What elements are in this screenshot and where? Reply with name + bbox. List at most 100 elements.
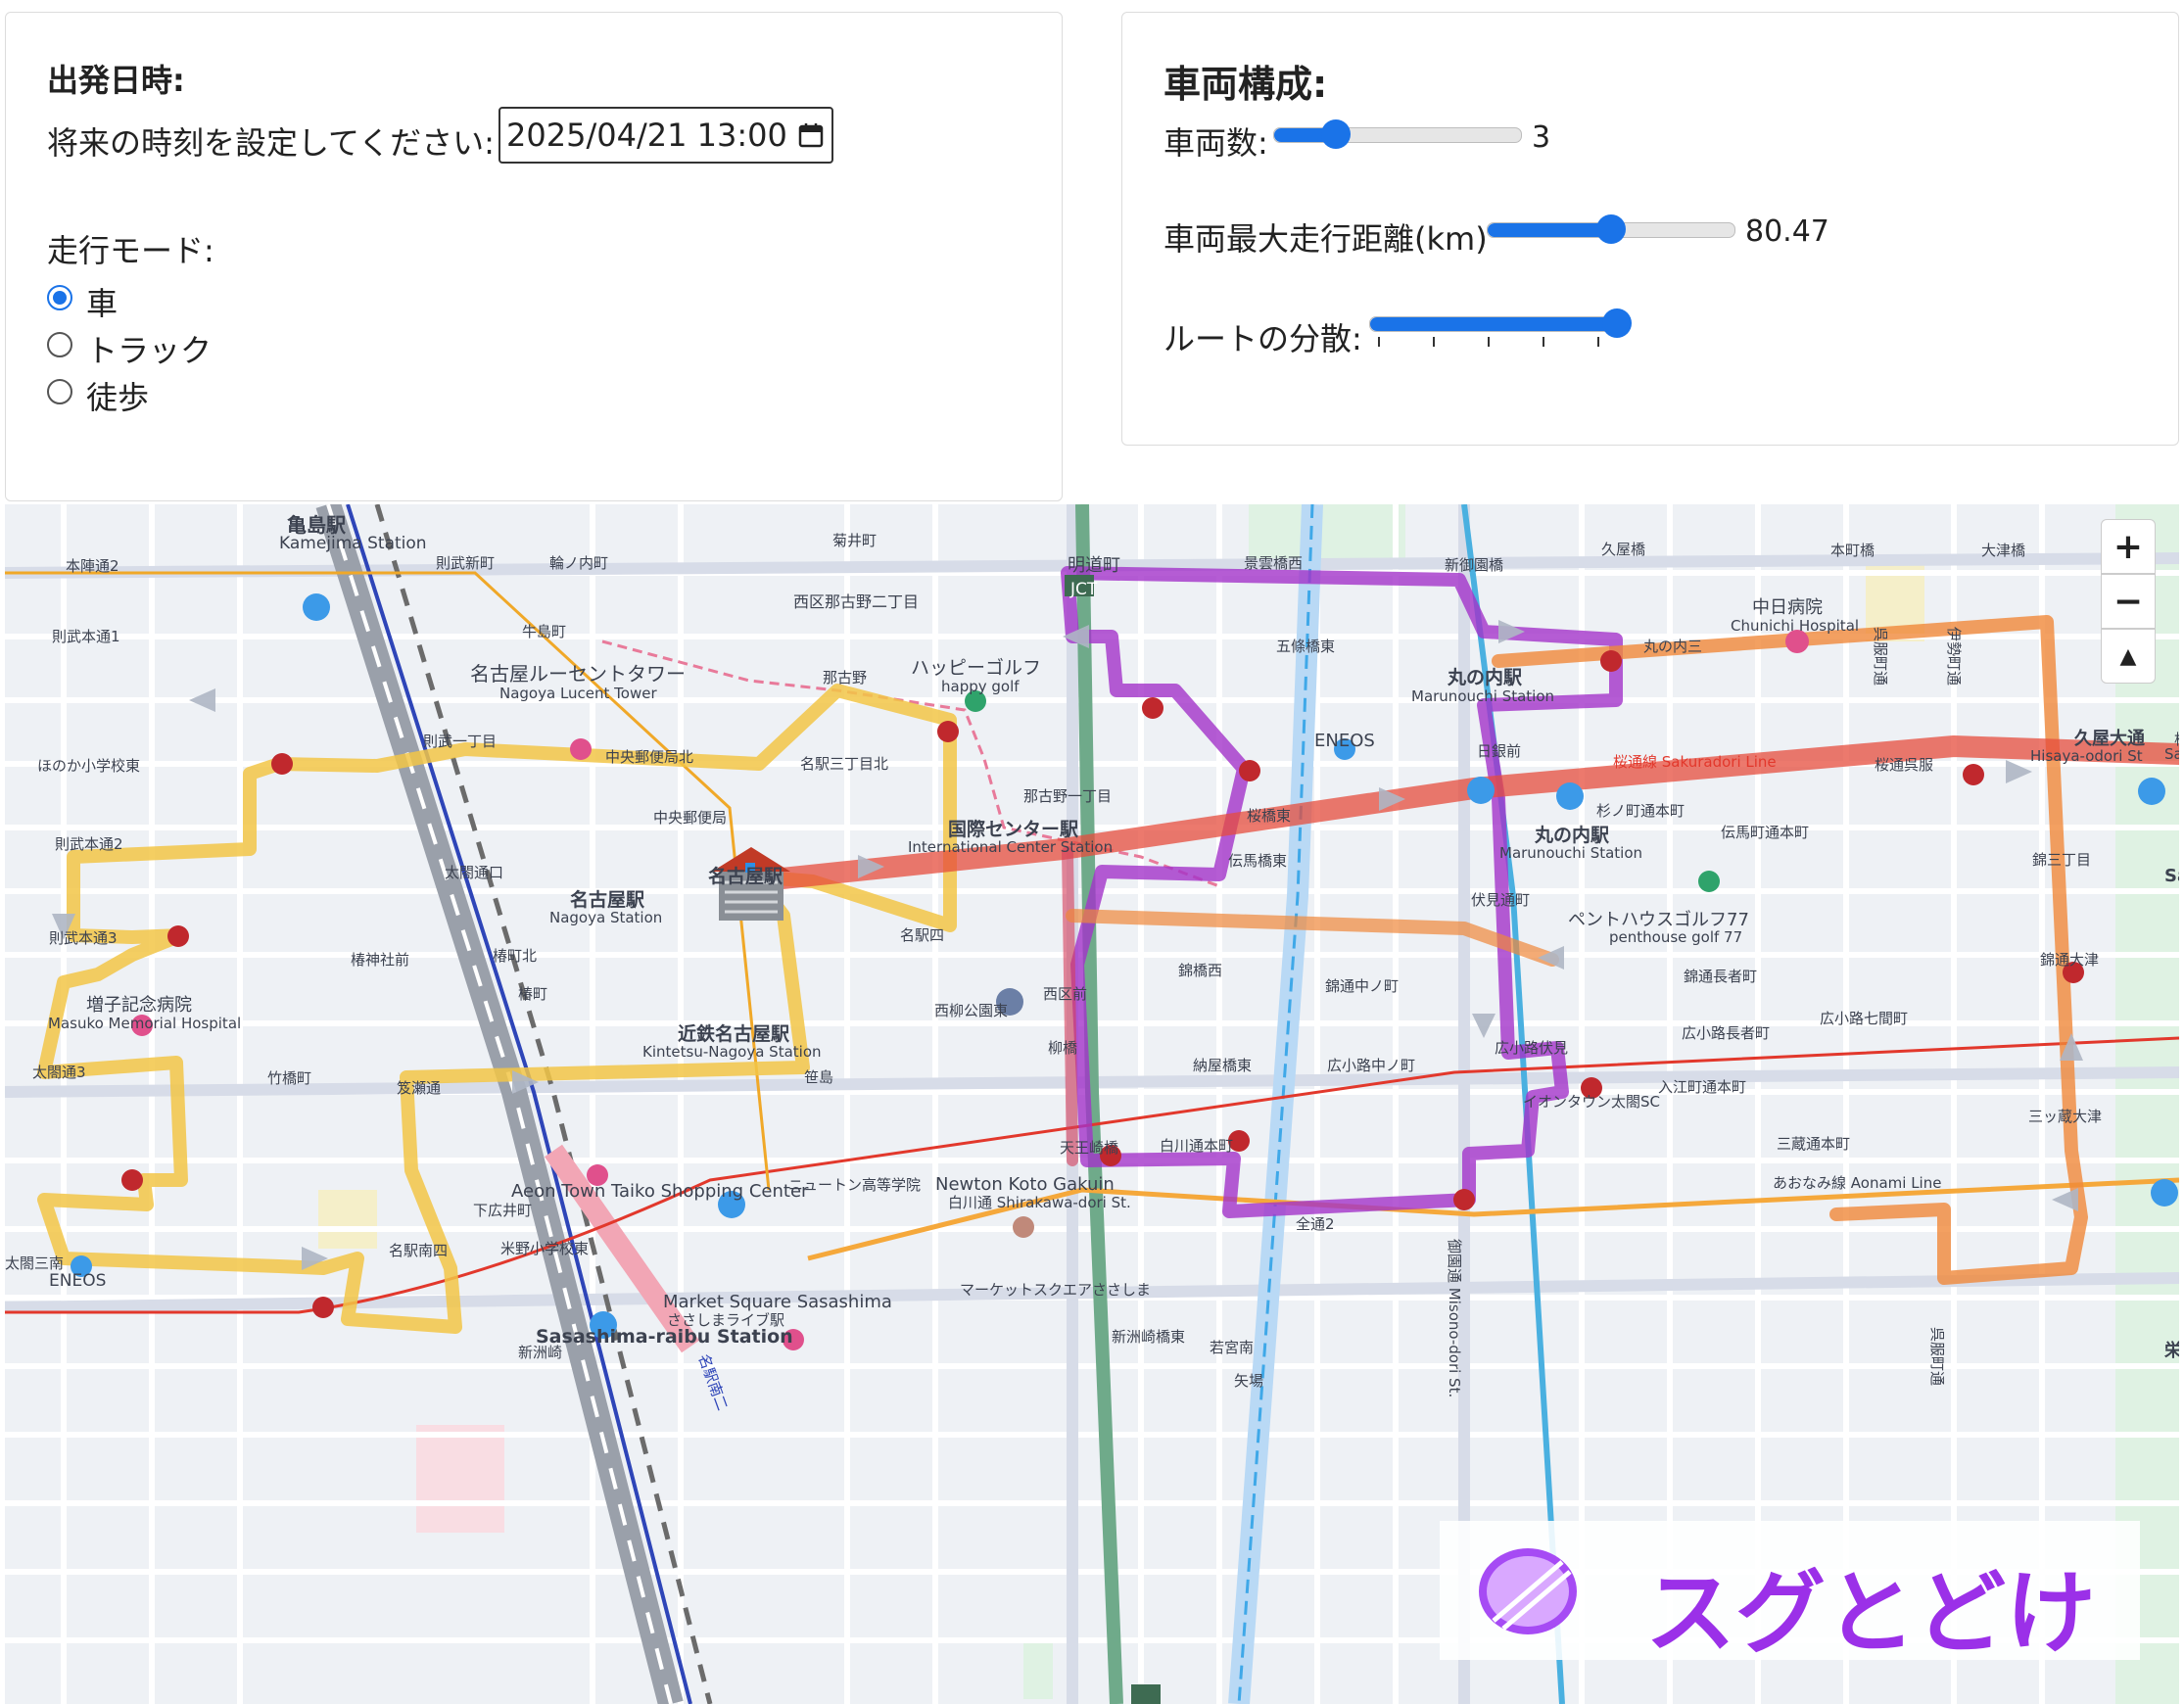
map-label: 竹橋町 (267, 1069, 311, 1087)
map-label: 則武本通3 (49, 929, 118, 947)
map-label: 御園通 Misono-dori St. (1446, 1239, 1463, 1397)
mode-radio-walk[interactable] (47, 379, 72, 404)
map-label: Masuko Memorial Hospital (48, 1015, 241, 1032)
map-label: 天王崎橋 (1060, 1139, 1118, 1157)
map-label: 伝馬橋東 (1228, 852, 1287, 870)
travel-mode-heading: 走行モード: (47, 232, 214, 269)
map-label: イオンタウン太閤SC (1523, 1093, 1660, 1111)
map-label: マーケットスクエアささしま (960, 1281, 1151, 1299)
map-label: 白川通本町 (1160, 1137, 1233, 1155)
map-label: 桜橋東 (1247, 807, 1291, 825)
map-label: 大津橋 (1981, 542, 2025, 559)
map-label: 丸の内三 (1643, 638, 1702, 655)
slider-thumb[interactable] (1602, 308, 1632, 338)
stop-marker[interactable] (1453, 1189, 1475, 1210)
map-label: 杉ノ町通本町 (1596, 802, 1685, 820)
map-label: Sakura (2164, 745, 2179, 763)
map-label: 伝馬町通本町 (1721, 824, 1809, 841)
map-label: 新洲崎 (518, 1344, 562, 1361)
minus-icon: − (2113, 581, 2144, 622)
zoom-in-button[interactable]: + (2101, 519, 2156, 574)
mode-label-walk: 徒歩 (86, 379, 150, 416)
calendar-icon[interactable] (798, 122, 824, 148)
map-label: 中央郵便局 (653, 809, 727, 827)
map-label: 太閤三南 (5, 1254, 64, 1272)
map-label: 名駅三丁目北 (800, 755, 888, 773)
map-label: 則武本通1 (52, 628, 120, 645)
map-label: Kintetsu-Nagoya Station (642, 1043, 822, 1061)
vehicle-heading: 車両構成: (1163, 63, 1328, 106)
stop-marker[interactable] (1600, 650, 1622, 672)
map-label: Kamejima Station (279, 534, 427, 553)
stop-marker[interactable] (121, 1169, 143, 1191)
map-label: 桜通呉服 (1875, 756, 1933, 774)
map-label: 近鉄名古屋駅 (678, 1022, 790, 1045)
map-label: 本町橋 (1830, 542, 1875, 559)
stop-marker[interactable] (1142, 697, 1163, 719)
map-label: 若宮南 (1210, 1339, 1254, 1356)
stop-marker[interactable] (937, 721, 959, 742)
map-label: 丸の内駅 (1447, 666, 1523, 688)
map-label: Hisaya-odori St (2030, 747, 2143, 765)
slider-thumb[interactable] (1596, 214, 1626, 244)
max-distance-value: 80.47 (1745, 214, 1829, 249)
zoom-out-button[interactable]: − (2101, 574, 2156, 629)
map-label: 錦三丁目 (2032, 851, 2091, 869)
brand-name: スグとどけ (1645, 1561, 2097, 1666)
map-label: 錦通長者町 (1684, 968, 1757, 985)
map-label: 広小路七間町 (1820, 1010, 1908, 1027)
map-label: ENEOS (1314, 731, 1375, 751)
map-label: 広小路長者町 (1682, 1024, 1770, 1042)
map-label: 則武新町 (436, 554, 495, 572)
slider-thumb[interactable] (1321, 119, 1351, 149)
map-label: ハッピーゴルフ (911, 657, 1041, 679)
map-label: 中央郵便局北 (605, 748, 693, 766)
mode-label-car: 車 (86, 285, 119, 322)
map-label: ENEOS (49, 1271, 106, 1291)
departure-datetime-input[interactable]: 2025/04/21 13:00 (499, 107, 833, 164)
map-label: 呉服町通 (1928, 1327, 1946, 1386)
map-label: Marunouchi Station (1411, 687, 1554, 705)
map-label: 西区那古野二丁目 (793, 592, 919, 611)
max-distance-slider[interactable] (1487, 214, 1735, 244)
route-spread-label: ルートの分散: (1163, 320, 1362, 357)
reset-bearing-button[interactable]: ▲ (2101, 629, 2156, 684)
mode-radio-truck[interactable] (47, 332, 72, 357)
brand-logo-icon (1479, 1548, 1577, 1634)
map-label: ニュートン高等学院 (788, 1176, 921, 1194)
map-label: 米野小学校東 (500, 1240, 589, 1257)
map-label: Marunouchi Station (1499, 844, 1642, 862)
vehicle-count-slider[interactable] (1273, 119, 1522, 149)
stop-marker[interactable] (167, 925, 189, 947)
map-label: 椿神社前 (351, 951, 409, 969)
map-label: 広小路伏見 (1495, 1039, 1568, 1057)
map-label: 矢場 (1234, 1372, 1263, 1390)
map-label: 呉服町通 (1872, 627, 1889, 686)
map-label: 景雲橋西 (1244, 554, 1303, 572)
map-label: Market Square Sasashima (663, 1292, 892, 1312)
map-label: 那古野一丁目 (1023, 787, 1112, 805)
stop-marker[interactable] (1239, 760, 1260, 781)
map-label: 椿町 (518, 985, 547, 1003)
map-label: 久屋大通 (2074, 728, 2145, 749)
map-label: 錦通大津 (2040, 951, 2099, 969)
stop-marker[interactable] (1963, 764, 1984, 785)
mode-radio-car[interactable] (47, 285, 72, 310)
mode-label-truck: トラック (86, 332, 213, 369)
map-label: 桜通線 Sakuradori Line (1613, 753, 1777, 771)
map-label: 西区前 (1043, 985, 1087, 1003)
stop-marker[interactable] (312, 1297, 334, 1318)
map-label: ペントハウスゴルフ77 (1568, 910, 1749, 930)
map-label: 新御園橋 (1445, 556, 1503, 574)
map-label: 菊井町 (832, 532, 877, 549)
map-label: 錦橋西 (1178, 962, 1222, 979)
map-label: 笈瀬通 (397, 1079, 441, 1097)
stop-marker[interactable] (271, 753, 293, 775)
map-label: 則武本通2 (55, 835, 123, 853)
route-spread-slider[interactable] (1369, 308, 1632, 347)
vehicle-count-value: 3 (1532, 120, 1551, 155)
map-label: あおなみ線 Aonami Line (1773, 1174, 1941, 1192)
map-label: 西柳公園東 (934, 1002, 1008, 1019)
map-label: 久屋橋 (1601, 541, 1645, 558)
map-label: JCT (1069, 580, 1098, 599)
